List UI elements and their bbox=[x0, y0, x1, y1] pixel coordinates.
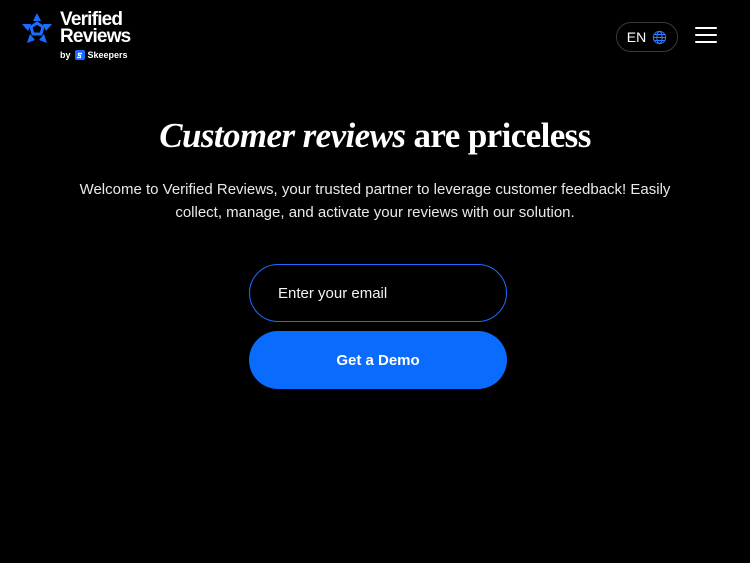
hero-title-italic: Customer reviews bbox=[159, 116, 406, 155]
menu-bar-bottom bbox=[695, 41, 717, 43]
hamburger-menu-icon[interactable] bbox=[695, 27, 717, 45]
brand-byline: by Skeepers bbox=[60, 50, 130, 60]
menu-bar-middle bbox=[695, 34, 717, 36]
globe-icon bbox=[653, 30, 667, 44]
brand-by-text: by bbox=[60, 50, 71, 60]
verified-reviews-logo-icon bbox=[22, 13, 52, 43]
get-a-demo-button[interactable]: Get a Demo bbox=[249, 331, 507, 389]
logo[interactable]: Verified Reviews by Skeepers bbox=[20, 10, 131, 60]
skeepers-icon bbox=[74, 50, 85, 60]
hero-title: Customer reviews are priceless bbox=[0, 116, 750, 156]
brand-name-line2: Reviews bbox=[60, 26, 131, 47]
menu-bar-top bbox=[695, 27, 717, 29]
email-input[interactable] bbox=[249, 264, 507, 322]
hero-title-rest: are priceless bbox=[413, 116, 592, 155]
language-selector-button[interactable]: EN bbox=[616, 22, 678, 52]
page: Verified Reviews by Skeepers EN Customer… bbox=[0, 0, 750, 563]
brand-parent-name: Skeepers bbox=[87, 50, 128, 60]
hero-subtitle: Welcome to Verified Reviews, your truste… bbox=[79, 181, 671, 221]
language-label: EN bbox=[626, 29, 647, 45]
